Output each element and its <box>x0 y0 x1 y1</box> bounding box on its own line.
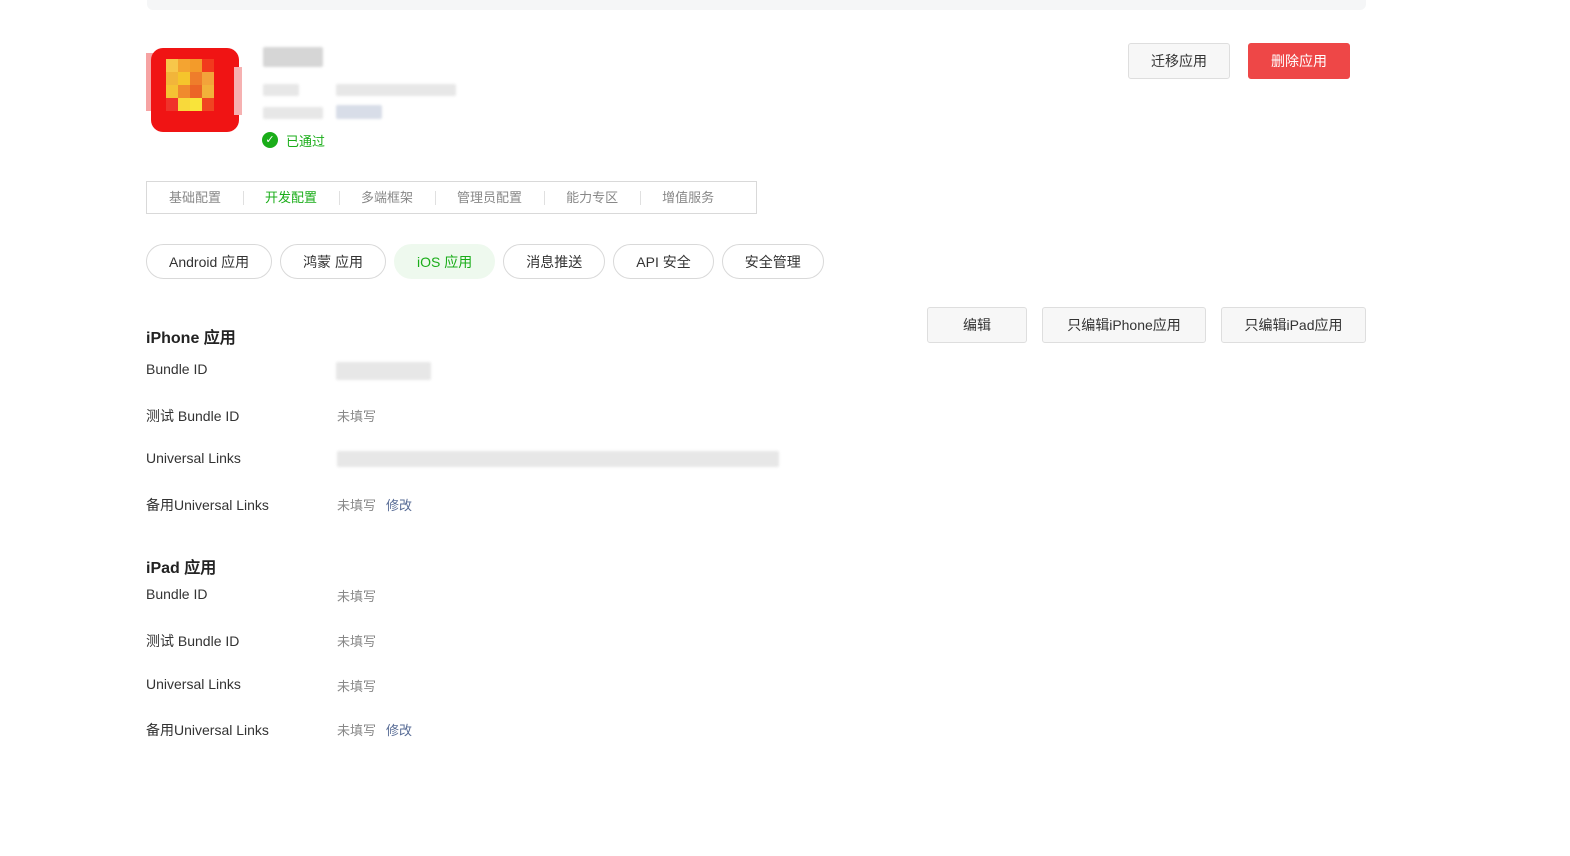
ipad-backup-links-label: 备用Universal Links <box>146 722 269 738</box>
ipad-test-bundle-id-value: 未填写 <box>337 631 376 650</box>
ipad-universal-links-label: Universal Links <box>146 676 241 692</box>
app-info-redacted <box>263 107 323 119</box>
ipad-bundle-id-label: Bundle ID <box>146 586 208 602</box>
tab-admin-config[interactable]: 管理员配置 <box>435 189 544 207</box>
platform-subtabs: Android 应用 鸿蒙 应用 iOS 应用 消息推送 API 安全 安全管理 <box>146 244 824 279</box>
status-text: 已通过 <box>286 133 326 149</box>
modify-link[interactable]: 修改 <box>386 495 412 514</box>
app-info-redacted <box>336 84 456 96</box>
value-text: 未填写 <box>337 634 377 649</box>
ipad-bundle-id-value: 未填写 <box>337 586 376 605</box>
subtab-harmony[interactable]: 鸿蒙 应用 <box>280 244 387 279</box>
value-text: 未填写 <box>337 723 377 738</box>
subtab-ios[interactable]: iOS 应用 <box>394 244 496 279</box>
check-circle-icon: ✓ <box>262 132 278 148</box>
iphone-test-bundle-id-value: 未填写 <box>337 406 376 425</box>
subtab-push[interactable]: 消息推送 <box>503 244 606 279</box>
main-tabs: 基础配置 开发配置 多端框架 管理员配置 能力专区 增值服务 <box>146 181 757 214</box>
iphone-backup-links-label: 备用Universal Links <box>146 497 269 513</box>
migrate-app-button[interactable]: 迁移应用 <box>1128 43 1230 79</box>
iphone-bundle-id-label: Bundle ID <box>146 361 208 377</box>
tab-dev-config[interactable]: 开发配置 <box>243 189 339 207</box>
app-name-redacted <box>263 47 323 67</box>
app-icon <box>146 45 242 135</box>
review-status: ✓ 已通过 <box>262 131 325 149</box>
value-text: 未填写 <box>337 409 377 424</box>
app-icon-edge <box>234 67 242 115</box>
ipad-section-title: iPad 应用 <box>146 560 217 577</box>
app-info-redacted <box>263 84 299 96</box>
ipad-test-bundle-id-label: 测试 Bundle ID <box>146 633 240 649</box>
top-bar <box>147 0 1366 10</box>
delete-app-button[interactable]: 删除应用 <box>1248 43 1350 79</box>
iphone-universal-links-label: Universal Links <box>146 450 241 466</box>
subtab-android[interactable]: Android 应用 <box>146 244 273 279</box>
value-text: 未填写 <box>337 679 377 694</box>
iphone-bundle-id-value-redacted <box>336 362 431 380</box>
tab-basic-config[interactable]: 基础配置 <box>147 189 243 207</box>
tab-capabilities[interactable]: 能力专区 <box>544 189 640 207</box>
value-text: 未填写 <box>337 498 377 513</box>
iphone-universal-links-value-redacted <box>337 451 779 467</box>
modify-link[interactable]: 修改 <box>386 720 412 739</box>
edit-ipad-button[interactable]: 只编辑iPad应用 <box>1221 307 1366 343</box>
tab-value-added[interactable]: 增值服务 <box>640 189 736 207</box>
iphone-test-bundle-id-label: 测试 Bundle ID <box>146 408 240 424</box>
app-icon-mosaic <box>166 59 214 111</box>
value-text: 未填写 <box>337 589 377 604</box>
tab-multi-framework[interactable]: 多端框架 <box>339 189 435 207</box>
ipad-backup-links-value: 未填写 修改 <box>337 720 412 739</box>
subtab-security-mgmt[interactable]: 安全管理 <box>721 244 824 279</box>
edit-iphone-button[interactable]: 只编辑iPhone应用 <box>1042 307 1206 343</box>
ipad-universal-links-value: 未填写 <box>337 676 376 695</box>
subtab-api-security[interactable]: API 安全 <box>613 244 714 279</box>
edit-button[interactable]: 编辑 <box>927 307 1027 343</box>
iphone-section-title: iPhone 应用 <box>146 330 236 347</box>
app-info-redacted <box>336 105 382 119</box>
iphone-backup-links-value: 未填写 修改 <box>337 495 412 514</box>
